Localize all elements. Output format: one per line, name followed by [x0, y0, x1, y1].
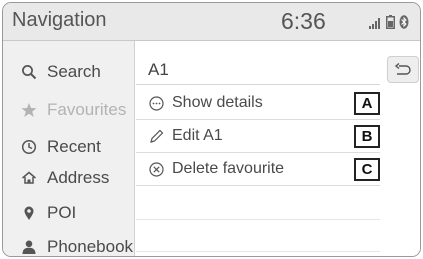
main-panel: A1 Show details A Edit A1 B Delete favou… — [136, 41, 420, 256]
clock: 6:36 — [281, 8, 326, 34]
status-icons — [369, 15, 409, 29]
delete-favourite-option[interactable]: Delete favourite C — [136, 153, 380, 186]
pin-icon — [20, 204, 38, 222]
signal-icon — [369, 18, 380, 29]
sidebar-item-address[interactable]: Address — [3, 161, 135, 194]
edit-option[interactable]: Edit A1 B — [136, 120, 380, 153]
sidebar: Search Favourites Recent Address POI Pho… — [3, 41, 135, 256]
pencil-icon — [148, 128, 164, 144]
search-icon — [20, 63, 38, 81]
clock-icon — [20, 138, 38, 156]
sidebar-item-search[interactable]: Search — [3, 55, 135, 88]
bluetooth-icon — [399, 15, 409, 29]
favourite-title-row: A1 — [136, 55, 380, 85]
show-details-option[interactable]: Show details A — [136, 87, 380, 120]
ellipsis-circle-icon — [148, 95, 164, 111]
sidebar-item-label: Address — [47, 167, 110, 187]
favourite-title: A1 — [148, 60, 169, 79]
sidebar-item-label: Phonebook — [47, 236, 134, 256]
sidebar-item-label: Search — [47, 61, 101, 81]
list-divider — [136, 219, 380, 220]
option-label: Show details — [172, 94, 263, 111]
option-label: Delete favourite — [172, 160, 285, 177]
header-bar: Navigation 6:36 — [3, 3, 420, 41]
app-title: Navigation — [12, 9, 107, 31]
sidebar-item-favourites[interactable]: Favourites — [3, 93, 135, 126]
list-divider — [136, 251, 380, 252]
sidebar-item-label: Favourites — [47, 99, 127, 119]
x-circle-icon — [148, 161, 164, 177]
back-button[interactable] — [387, 56, 419, 83]
back-arrow-icon — [394, 62, 411, 75]
callout-label: C — [354, 158, 380, 181]
sidebar-item-label: Recent — [47, 136, 101, 156]
battery-icon — [386, 15, 395, 29]
callout-label: A — [354, 92, 380, 115]
sidebar-item-recent[interactable]: Recent — [3, 130, 135, 163]
person-icon — [20, 238, 38, 256]
sidebar-item-poi[interactable]: POI — [3, 196, 135, 229]
sidebar-item-label: POI — [47, 202, 77, 222]
option-label: Edit A1 — [172, 127, 223, 144]
navigation-screen: Navigation 6:36 Search Favourites Recent… — [2, 2, 421, 257]
home-icon — [20, 169, 38, 187]
sidebar-item-phonebook[interactable]: Phonebook — [3, 230, 135, 256]
callout-label: B — [354, 125, 380, 148]
star-icon — [20, 101, 38, 119]
